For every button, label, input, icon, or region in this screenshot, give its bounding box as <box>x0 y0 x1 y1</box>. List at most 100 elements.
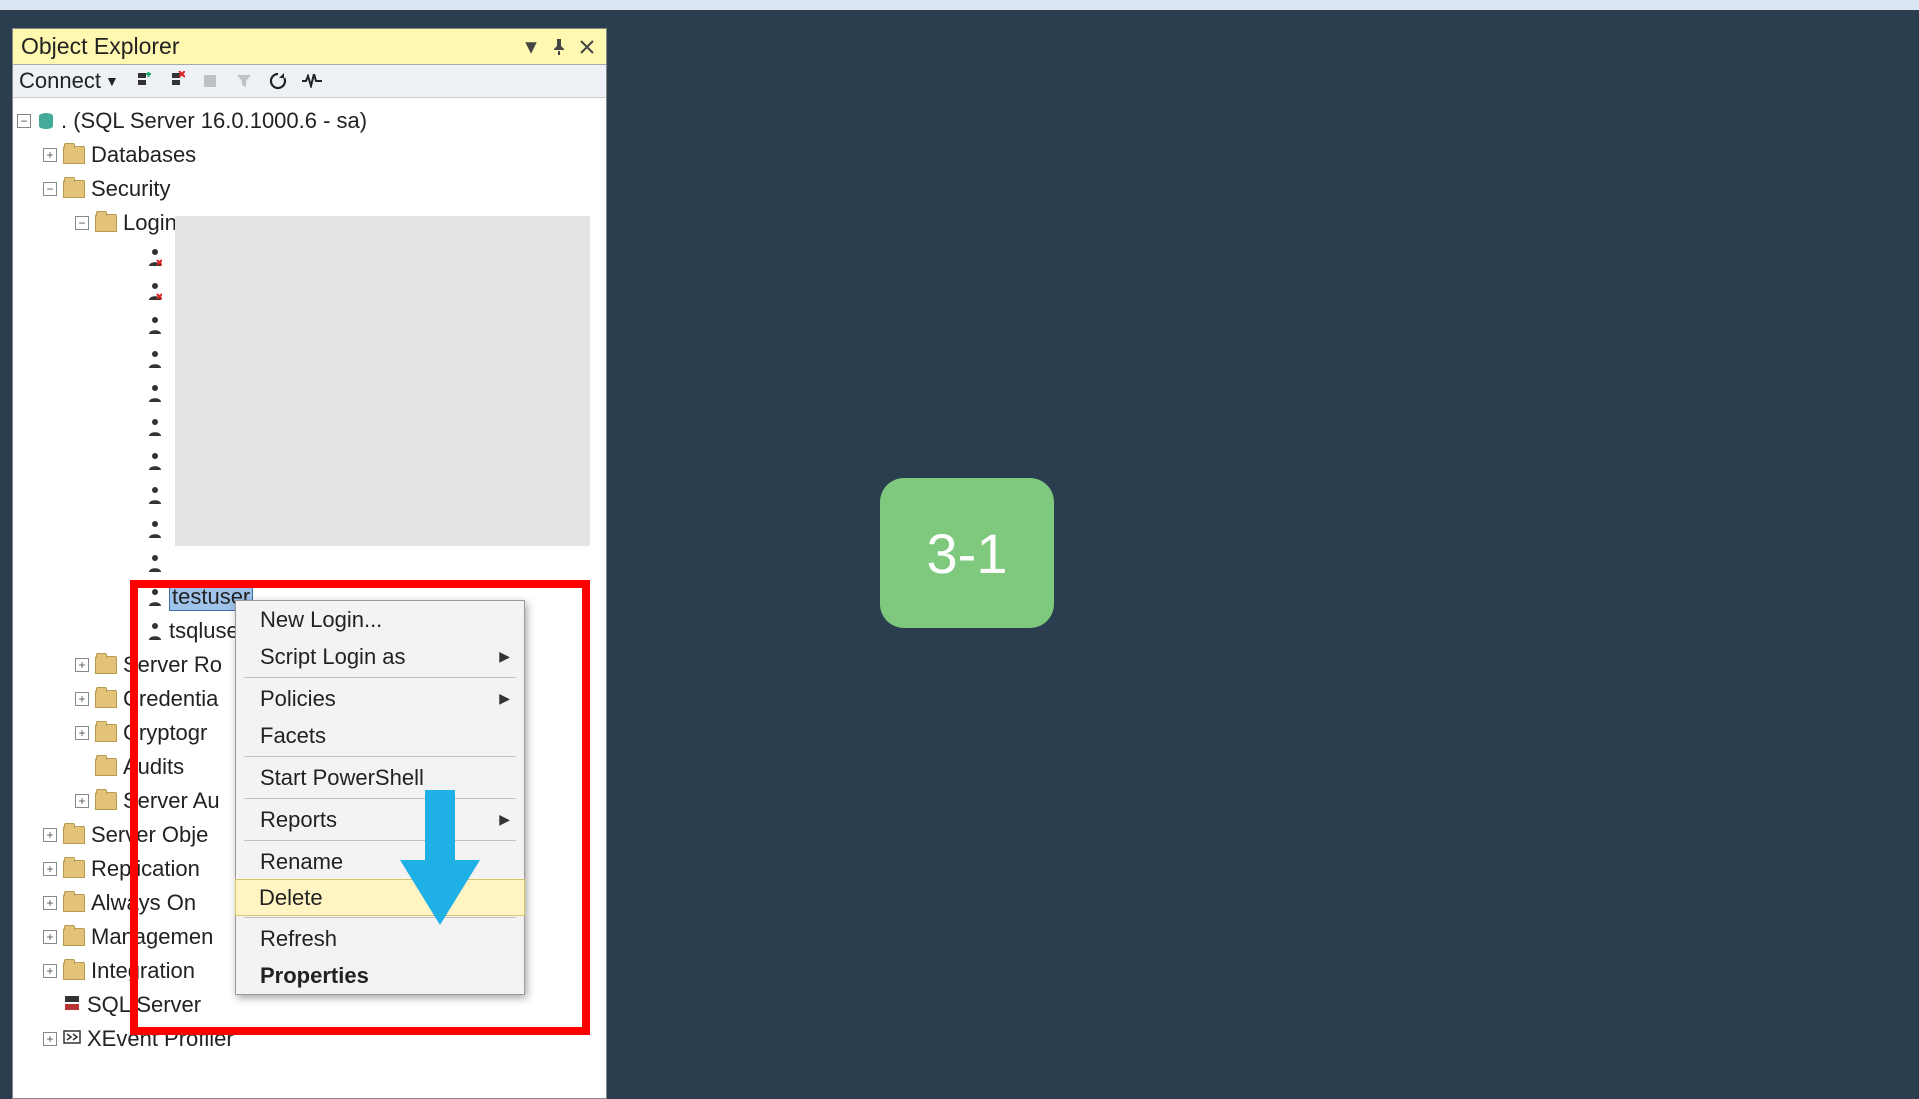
expand-icon[interactable]: + <box>43 896 57 910</box>
expand-icon[interactable]: + <box>43 828 57 842</box>
menu-separator <box>244 917 516 918</box>
dropdown-icon[interactable]: ▾ <box>520 36 542 58</box>
xevent-icon <box>63 1026 81 1052</box>
user-disabled-icon <box>147 282 163 300</box>
step-badge: 3-1 <box>880 478 1054 628</box>
user-icon <box>147 486 163 504</box>
node-label: Audits <box>123 754 184 780</box>
node-label: Integration <box>91 958 195 984</box>
folder-icon <box>95 792 117 810</box>
connect-button[interactable]: Connect ▼ <box>19 68 119 94</box>
databases-node[interactable]: + Databases <box>17 138 602 172</box>
folder-icon <box>63 180 85 198</box>
expand-icon[interactable]: + <box>75 726 89 740</box>
node-label: Always On <box>91 890 196 916</box>
stop-icon[interactable] <box>199 70 221 92</box>
app-topbar <box>0 0 1919 10</box>
panel-title-text: Object Explorer <box>21 33 514 60</box>
menu-separator <box>244 840 516 841</box>
user-icon <box>147 554 163 572</box>
node-label: Server Au <box>123 788 220 814</box>
folder-icon <box>63 146 85 164</box>
menu-properties[interactable]: Properties <box>236 957 524 994</box>
expand-icon[interactable]: + <box>75 794 89 808</box>
menu-new-login[interactable]: New Login... <box>236 601 524 638</box>
expand-icon[interactable]: + <box>43 930 57 944</box>
node-label: Server Ro <box>123 652 222 678</box>
folder-icon <box>63 928 85 946</box>
folder-icon <box>63 826 85 844</box>
server-node[interactable]: − . (SQL Server 16.0.1000.6 - sa) <box>17 104 602 138</box>
panel-titlebar: Object Explorer ▾ <box>13 29 606 65</box>
connect-label: Connect <box>19 68 101 94</box>
folder-icon <box>95 214 117 232</box>
expand-icon[interactable]: + <box>75 692 89 706</box>
node-label: Credentia <box>123 686 218 712</box>
user-icon <box>147 622 163 640</box>
folder-icon <box>95 758 117 776</box>
login-context-menu: New Login... Script Login as▶ Policies▶ … <box>235 600 525 995</box>
user-icon <box>147 316 163 334</box>
folder-icon <box>63 860 85 878</box>
expand-icon[interactable]: + <box>43 1032 57 1046</box>
node-label: SQL Server <box>87 992 201 1018</box>
expand-icon[interactable]: + <box>43 862 57 876</box>
menu-script-login[interactable]: Script Login as▶ <box>236 638 524 675</box>
submenu-arrow-icon: ▶ <box>499 690 510 707</box>
menu-separator <box>244 677 516 678</box>
user-icon <box>147 520 163 538</box>
login-item[interactable] <box>17 546 602 580</box>
menu-refresh[interactable]: Refresh <box>236 920 524 957</box>
menu-facets[interactable]: Facets <box>236 717 524 754</box>
security-node[interactable]: − Security <box>17 172 602 206</box>
expand-icon[interactable]: + <box>75 658 89 672</box>
user-icon <box>147 350 163 368</box>
node-label: Replication <box>91 856 200 882</box>
collapse-icon[interactable]: − <box>75 216 89 230</box>
node-label: Managemen <box>91 924 213 950</box>
user-disabled-icon <box>147 248 163 266</box>
node-label: XEvent Profiler <box>87 1026 234 1052</box>
server-label: . (SQL Server 16.0.1000.6 - sa) <box>61 108 367 134</box>
login-label: tsqluse <box>169 618 239 644</box>
pin-icon[interactable] <box>548 36 570 58</box>
server-icon <box>37 112 55 130</box>
menu-separator <box>244 756 516 757</box>
step-badge-label: 3-1 <box>927 521 1008 586</box>
user-icon <box>147 418 163 436</box>
menu-powershell[interactable]: Start PowerShell <box>236 759 524 796</box>
refresh-icon[interactable] <box>267 70 289 92</box>
menu-rename[interactable]: Rename <box>236 843 524 880</box>
expand-icon[interactable]: + <box>43 964 57 978</box>
user-icon <box>147 384 163 402</box>
filter-icon[interactable] <box>233 70 255 92</box>
submenu-arrow-icon: ▶ <box>499 811 510 828</box>
node-label: Cryptogr <box>123 720 207 746</box>
activity-icon[interactable] <box>301 70 323 92</box>
sql-agent-icon <box>63 992 81 1018</box>
add-server-icon[interactable] <box>131 70 153 92</box>
security-label: Security <box>91 176 170 202</box>
redacted-area <box>175 216 590 546</box>
remove-server-icon[interactable] <box>165 70 187 92</box>
chevron-down-icon: ▼ <box>105 73 119 89</box>
databases-label: Databases <box>91 142 196 168</box>
object-explorer-toolbar: Connect ▼ <box>13 65 606 98</box>
user-icon <box>147 588 163 606</box>
folder-icon <box>63 894 85 912</box>
menu-separator <box>244 798 516 799</box>
folder-icon <box>63 962 85 980</box>
node-label: Server Obje <box>91 822 208 848</box>
folder-icon <box>95 724 117 742</box>
menu-policies[interactable]: Policies▶ <box>236 680 524 717</box>
expand-icon[interactable]: + <box>43 148 57 162</box>
collapse-icon[interactable]: − <box>17 114 31 128</box>
folder-icon <box>95 656 117 674</box>
menu-reports[interactable]: Reports▶ <box>236 801 524 838</box>
folder-icon <box>95 690 117 708</box>
menu-delete[interactable]: Delete <box>235 879 525 916</box>
close-icon[interactable] <box>576 36 598 58</box>
user-icon <box>147 452 163 470</box>
collapse-icon[interactable]: − <box>43 182 57 196</box>
xevent-node[interactable]: + XEvent Profiler <box>17 1022 602 1056</box>
